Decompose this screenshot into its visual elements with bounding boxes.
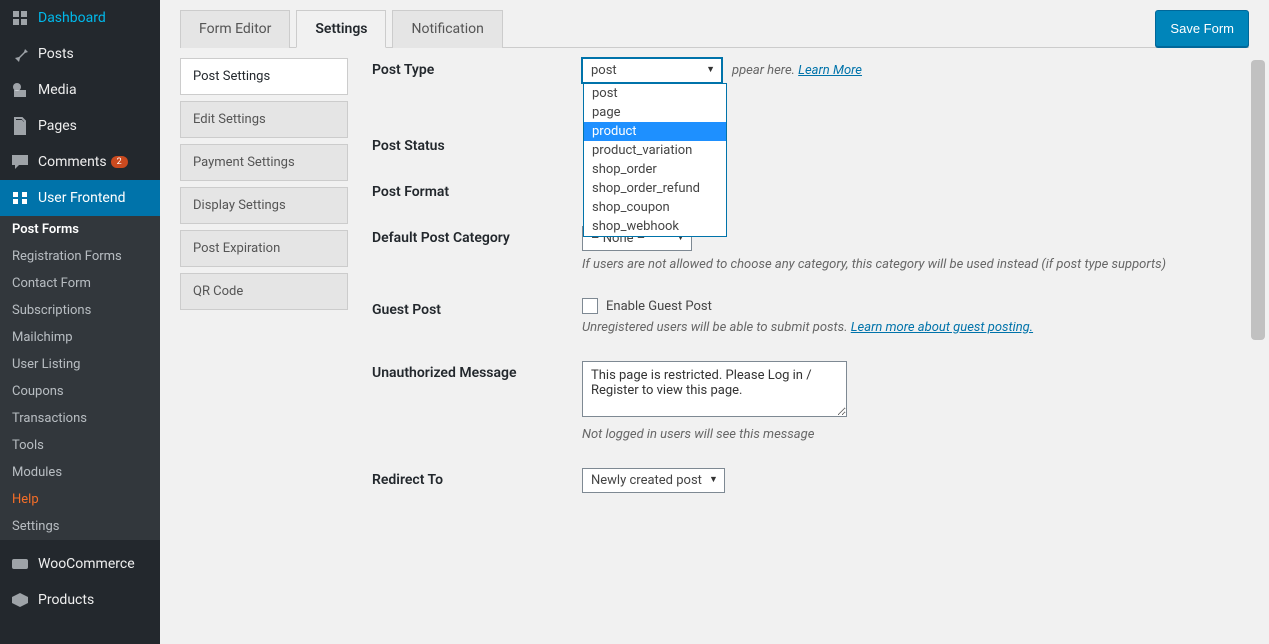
sidebar-item-products[interactable]: Products bbox=[0, 582, 160, 618]
sidebar-item-pages[interactable]: Pages bbox=[0, 108, 160, 144]
frontend-icon bbox=[10, 188, 30, 208]
dashboard-icon bbox=[10, 8, 30, 28]
sub-post-forms[interactable]: Post Forms bbox=[0, 216, 160, 243]
admin-sidebar: Dashboard Posts Media Pages Comments 2 U… bbox=[0, 0, 160, 644]
nav-qr-code[interactable]: QR Code bbox=[180, 273, 348, 310]
sidebar-item-label: Pages bbox=[38, 118, 77, 134]
settings-nav: Post Settings Edit Settings Payment Sett… bbox=[180, 58, 348, 519]
tab-form-editor[interactable]: Form Editor bbox=[180, 10, 290, 48]
nav-post-expiration[interactable]: Post Expiration bbox=[180, 230, 348, 267]
redirect-select[interactable]: Newly created post bbox=[582, 468, 725, 493]
label-post-type: Post Type bbox=[372, 58, 582, 78]
option-shop-webhook[interactable]: shop_webhook bbox=[584, 217, 726, 236]
sidebar-item-comments[interactable]: Comments 2 bbox=[0, 144, 160, 180]
nav-payment-settings[interactable]: Payment Settings bbox=[180, 144, 348, 181]
media-icon bbox=[10, 80, 30, 100]
pages-icon bbox=[10, 116, 30, 136]
sub-tools[interactable]: Tools bbox=[0, 432, 160, 459]
post-type-select[interactable]: post post page product product_variation… bbox=[582, 58, 722, 83]
unauthorized-help: Not logged in users will see this messag… bbox=[582, 427, 1209, 442]
option-product-variation[interactable]: product_variation bbox=[584, 141, 726, 160]
option-page[interactable]: page bbox=[584, 103, 726, 122]
guest-post-checkbox[interactable] bbox=[582, 298, 598, 314]
sub-registration-forms[interactable]: Registration Forms bbox=[0, 243, 160, 270]
products-icon bbox=[10, 590, 30, 610]
sidebar-item-dashboard[interactable]: Dashboard bbox=[0, 0, 160, 36]
option-post[interactable]: post bbox=[584, 84, 726, 103]
sub-contact-form[interactable]: Contact Form bbox=[0, 270, 160, 297]
scrollbar-thumb[interactable] bbox=[1251, 60, 1265, 340]
option-shop-coupon[interactable]: shop_coupon bbox=[584, 198, 726, 217]
guest-post-help: Unregistered users will be able to submi… bbox=[582, 320, 848, 335]
sidebar-item-label: Dashboard bbox=[38, 10, 106, 26]
label-default-category: Default Post Category bbox=[372, 226, 582, 246]
sidebar-submenu: Post Forms Registration Forms Contact Fo… bbox=[0, 216, 160, 540]
guest-post-learn-more-link[interactable]: Learn more about guest posting. bbox=[851, 320, 1033, 335]
guest-post-checkbox-label: Enable Guest Post bbox=[606, 299, 712, 314]
sidebar-item-media[interactable]: Media bbox=[0, 72, 160, 108]
sidebar-item-label: Comments bbox=[38, 154, 107, 170]
sidebar-item-label: User Frontend bbox=[38, 190, 125, 206]
sub-help[interactable]: Help bbox=[0, 486, 160, 513]
sidebar-item-user-frontend[interactable]: User Frontend bbox=[0, 180, 160, 216]
nav-display-settings[interactable]: Display Settings bbox=[180, 187, 348, 224]
sub-modules[interactable]: Modules bbox=[0, 459, 160, 486]
label-unauthorized: Unauthorized Message bbox=[372, 361, 582, 381]
sidebar-item-woocommerce[interactable]: WooCommerce bbox=[0, 546, 160, 582]
sub-subscriptions[interactable]: Subscriptions bbox=[0, 297, 160, 324]
comment-count-badge: 2 bbox=[111, 156, 128, 168]
settings-form: Post Type post post page product product… bbox=[372, 58, 1249, 519]
sidebar-item-label: WooCommerce bbox=[38, 556, 135, 572]
post-type-dropdown: post page product product_variation shop… bbox=[583, 83, 727, 237]
pin-icon bbox=[10, 44, 30, 64]
sidebar-item-label: Media bbox=[38, 82, 77, 98]
sub-mailchimp[interactable]: Mailchimp bbox=[0, 324, 160, 351]
learn-more-link[interactable]: Learn More bbox=[798, 63, 862, 78]
option-product[interactable]: product bbox=[584, 122, 726, 141]
form-tabs: Form Editor Settings Notification Save F… bbox=[180, 10, 1249, 48]
sub-user-listing[interactable]: User Listing bbox=[0, 351, 160, 378]
tab-settings[interactable]: Settings bbox=[296, 10, 386, 48]
tab-notification[interactable]: Notification bbox=[392, 10, 502, 48]
sub-settings[interactable]: Settings bbox=[0, 513, 160, 540]
default-category-help: If users are not allowed to choose any c… bbox=[582, 257, 1209, 272]
label-post-status: Post Status bbox=[372, 134, 582, 154]
nav-edit-settings[interactable]: Edit Settings bbox=[180, 101, 348, 138]
main-content: Form Editor Settings Notification Save F… bbox=[160, 0, 1269, 644]
label-redirect: Redirect To bbox=[372, 468, 582, 488]
option-shop-order[interactable]: shop_order bbox=[584, 160, 726, 179]
save-form-button[interactable]: Save Form bbox=[1155, 10, 1249, 47]
post-type-help: ppear here. bbox=[732, 63, 795, 78]
woo-icon bbox=[10, 554, 30, 574]
sidebar-item-label: Posts bbox=[38, 46, 74, 62]
sub-transactions[interactable]: Transactions bbox=[0, 405, 160, 432]
label-guest-post: Guest Post bbox=[372, 298, 582, 318]
unauthorized-message-textarea[interactable] bbox=[582, 361, 847, 417]
label-post-format: Post Format bbox=[372, 180, 582, 200]
comment-icon bbox=[10, 152, 30, 172]
sidebar-item-label: Products bbox=[38, 592, 94, 608]
nav-post-settings[interactable]: Post Settings bbox=[180, 58, 348, 95]
sub-coupons[interactable]: Coupons bbox=[0, 378, 160, 405]
option-shop-order-refund[interactable]: shop_order_refund bbox=[584, 179, 726, 198]
sidebar-item-posts[interactable]: Posts bbox=[0, 36, 160, 72]
